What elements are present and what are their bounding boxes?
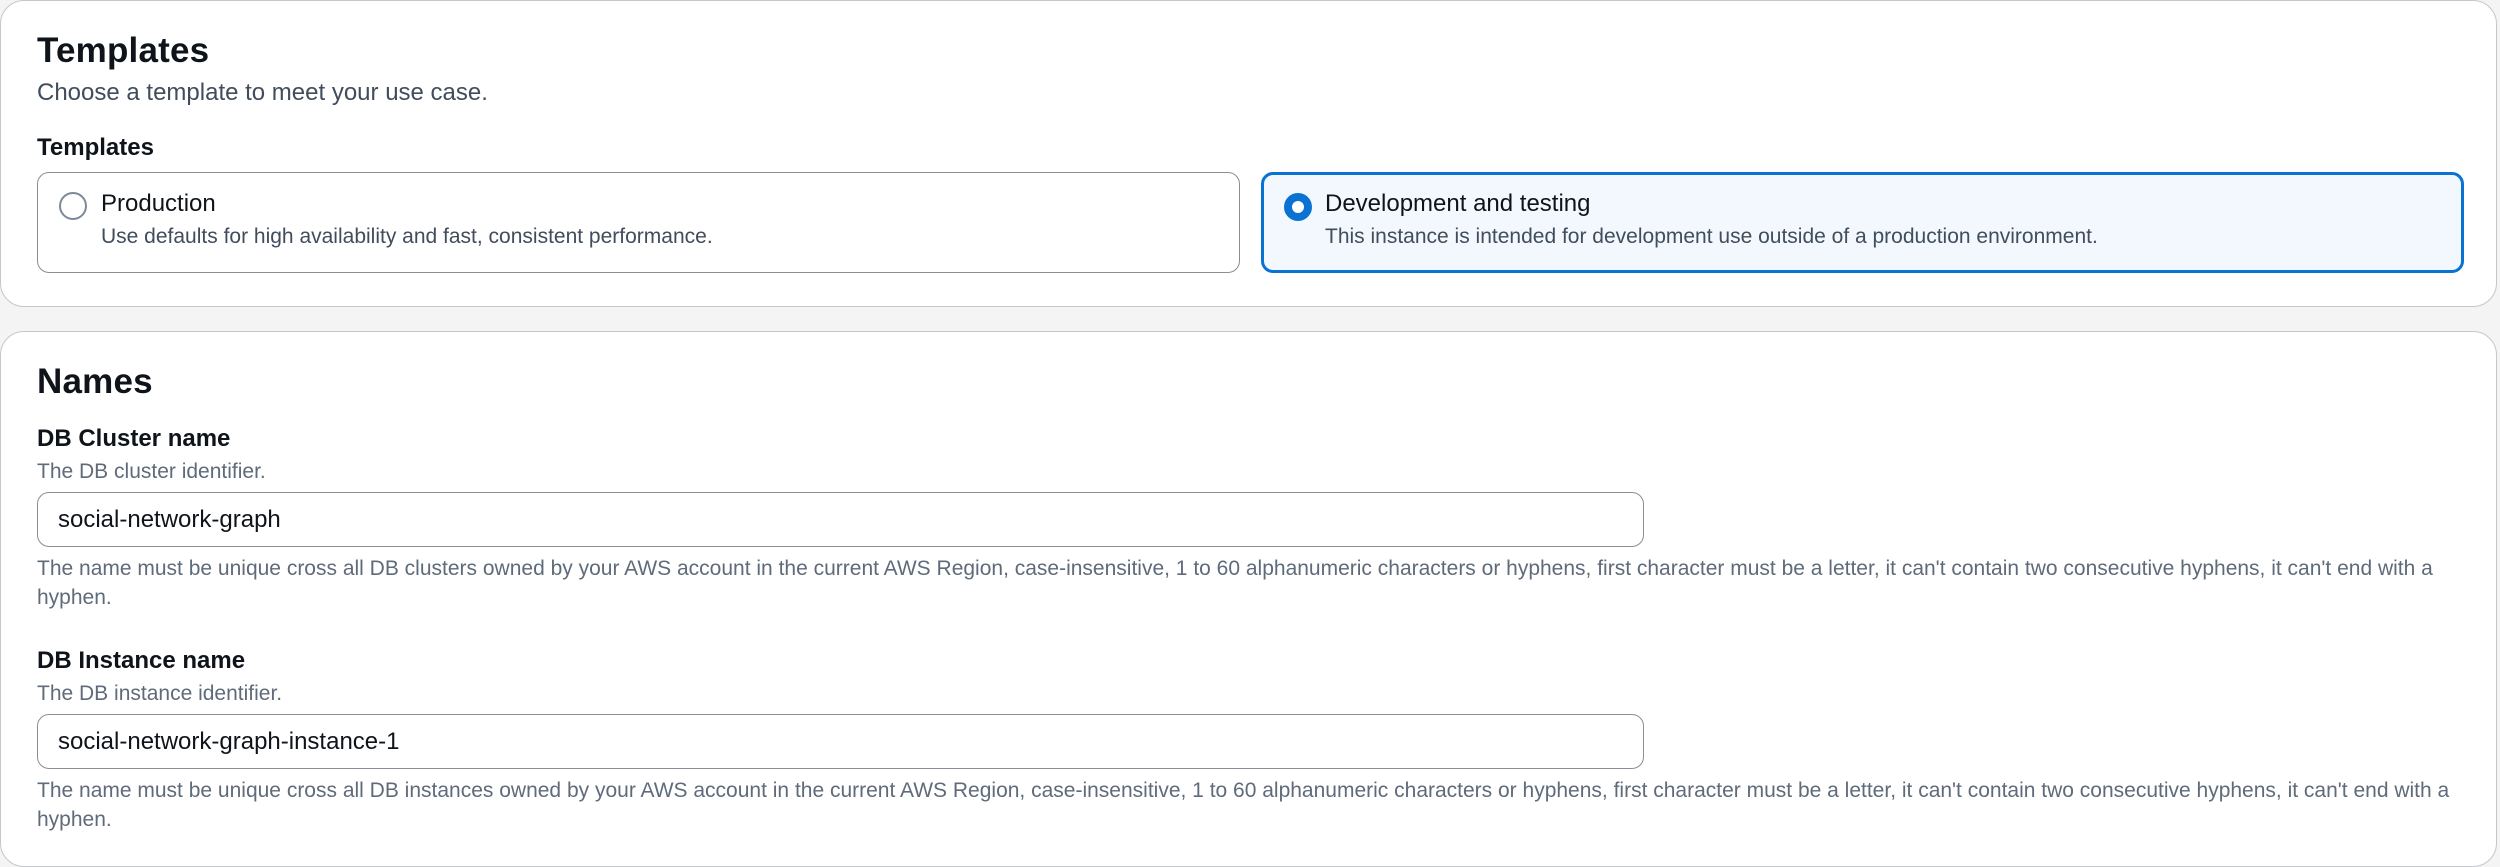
template-option-title: Production [101,190,216,217]
templates-group-label: Templates [37,134,154,161]
db-instance-name-constraint: The name must be unique cross all DB ins… [37,779,2450,831]
db-cluster-name-input[interactable] [37,492,1644,547]
names-panel: Names DB Cluster name The DB cluster ide… [0,331,2497,867]
template-option-description: Use defaults for high availability and f… [101,225,713,248]
radio-unselected-icon[interactable] [59,192,87,220]
template-option-production[interactable]: Production Use defaults for high availab… [37,172,1240,273]
template-option-dev-and-testing[interactable]: Development and testing This instance is… [1261,172,2464,273]
template-option-description: This instance is intended for developmen… [1325,225,2098,248]
db-cluster-name-description: The DB cluster identifier. [37,460,266,483]
radio-selected-icon[interactable] [1284,193,1312,221]
db-instance-name-description: The DB instance identifier. [37,682,283,705]
names-heading: Names [37,362,153,401]
db-cluster-name-constraint: The name must be unique cross all DB clu… [37,557,2433,609]
templates-heading: Templates [37,31,210,70]
template-option-title: Development and testing [1325,190,1591,217]
db-instance-name-input[interactable] [37,714,1644,769]
db-instance-name-label: DB Instance name [37,647,246,674]
templates-panel: Templates Choose a template to meet your… [0,0,2497,307]
db-cluster-name-label: DB Cluster name [37,425,231,452]
templates-description: Choose a template to meet your use case. [37,79,488,106]
